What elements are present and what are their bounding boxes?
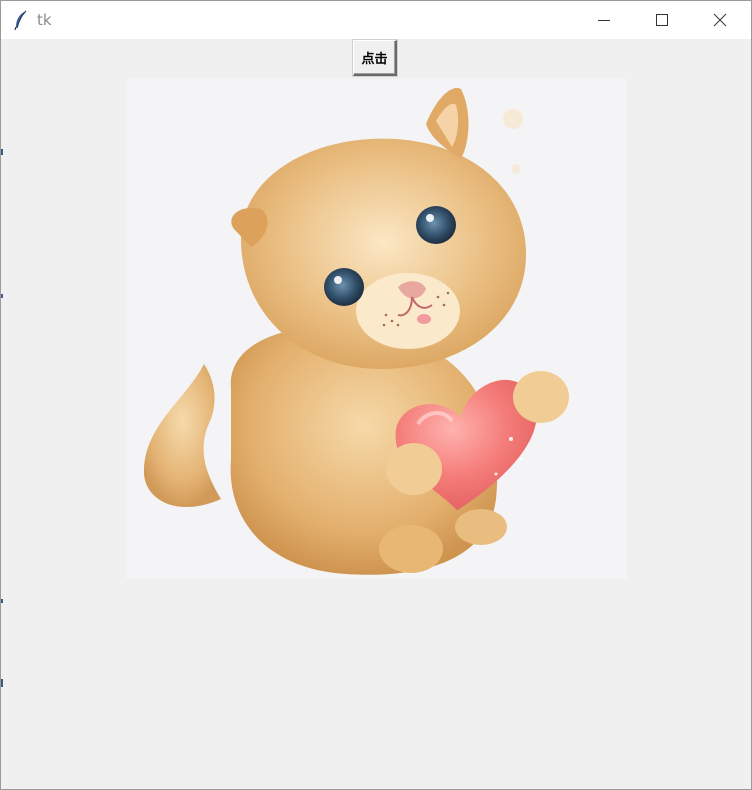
edge-mark — [1, 294, 3, 298]
kitten-eye-right — [416, 206, 456, 244]
kitten-paw-left — [386, 443, 442, 495]
window-client-area: 点击 — [1, 39, 751, 789]
window-title: tk — [37, 11, 52, 29]
minimize-icon — [598, 20, 610, 21]
close-icon — [713, 13, 727, 27]
title-bar[interactable]: tk — [1, 1, 751, 39]
edge-mark — [1, 149, 3, 155]
feather-icon — [14, 10, 27, 30]
maximize-button[interactable] — [633, 1, 691, 39]
kitten-front-paw — [455, 509, 507, 545]
minimize-button[interactable] — [575, 1, 633, 39]
kitten-tail — [143, 364, 221, 508]
kitten-heart-illustration — [143, 88, 569, 575]
click-button[interactable]: 点击 — [353, 40, 397, 76]
kitten-paw-right — [513, 371, 569, 423]
kitten-back-paw — [379, 525, 443, 573]
edge-mark — [1, 679, 3, 687]
kitten-eye-left — [324, 268, 364, 306]
edge-mark — [1, 599, 3, 603]
app-window: tk 点击 — [0, 0, 752, 790]
maximize-icon — [656, 14, 668, 26]
close-button[interactable] — [691, 1, 749, 39]
kitten-image — [126, 79, 627, 579]
